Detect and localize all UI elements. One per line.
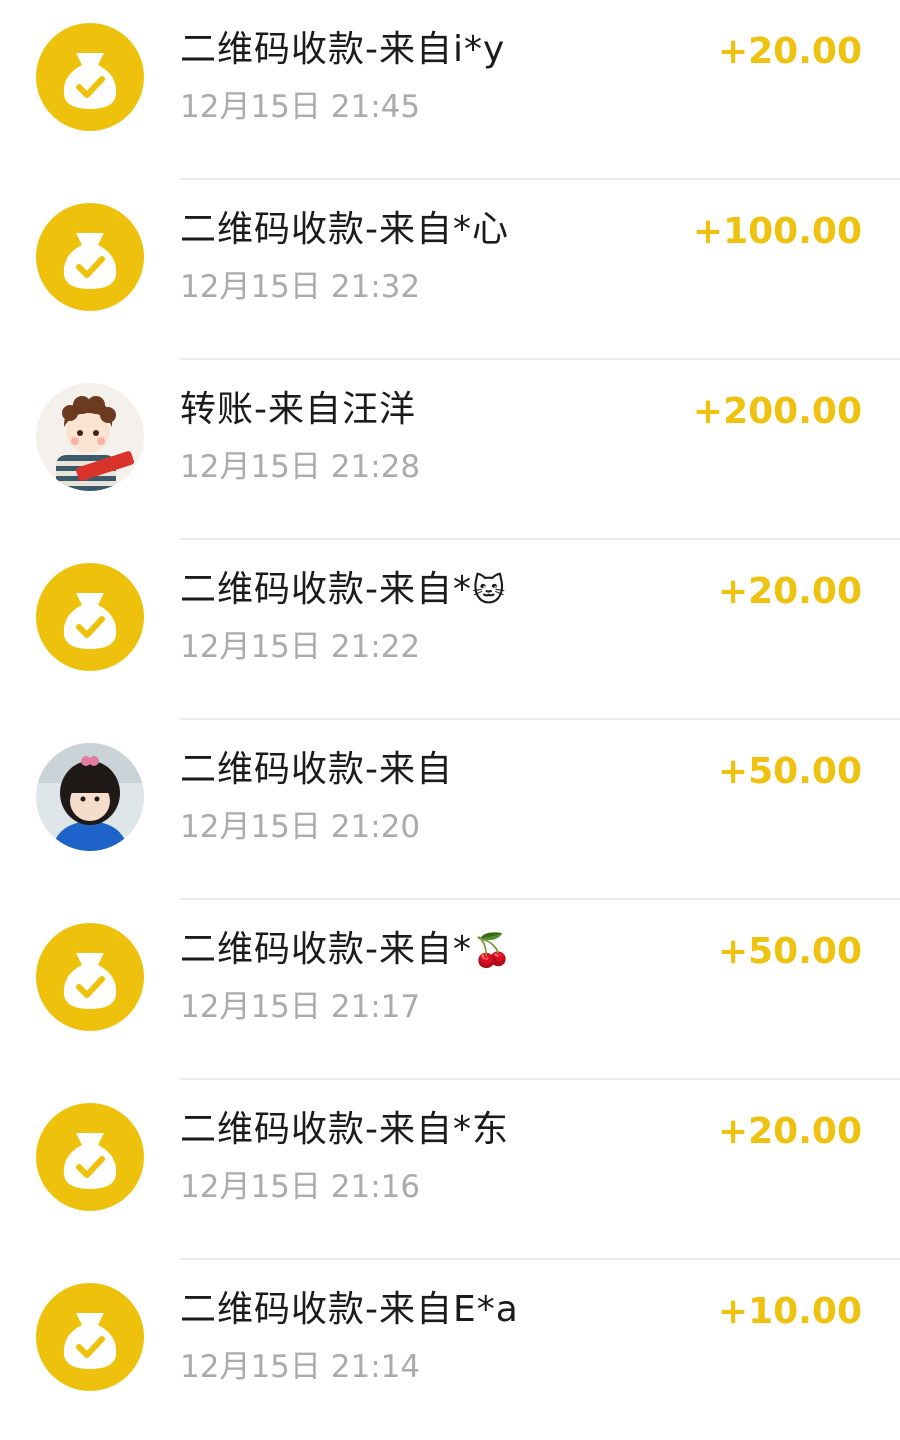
cherry-emoji-icon: 🍒 [472,931,513,969]
transaction-amount: +20.00 [717,571,862,612]
transaction-time: 12月15日 21:28 [180,449,421,485]
transaction-time: 12月15日 21:20 [180,809,421,845]
transaction-amount: +20.00 [717,31,862,72]
cat-emoji-icon: 🐱 [472,571,507,609]
transaction-amount: +20.00 [717,1111,862,1152]
transaction-title: 二维码收款-来自*东 [180,1109,509,1150]
money-bag-icon [36,563,144,671]
transaction-row[interactable]: 二维码收款-来自*🍒 12月15日 21:17 +50.00 [0,900,900,1080]
transaction-time: 12月15日 21:32 [180,269,421,305]
transaction-amount: +50.00 [717,931,862,972]
transaction-title: 二维码收款-来自*🍒 [180,929,513,970]
transaction-row[interactable]: 二维码收款-来自*东 12月15日 21:16 +20.00 [0,1080,900,1260]
transaction-list: 二维码收款-来自i*y 12月15日 21:45 +20.00 二维码收款-来自… [0,0,900,1440]
transaction-amount: +50.00 [717,751,862,792]
transaction-time: 12月15日 21:45 [180,89,421,125]
transaction-amount: +10.00 [717,1291,862,1332]
transaction-row[interactable]: 二维码收款-来自i*y 12月15日 21:45 +20.00 [0,0,900,180]
money-bag-icon [36,1283,144,1391]
transaction-row[interactable]: 转账-来自汪洋 12月15日 21:28 +200.00 [0,360,900,540]
transaction-row[interactable]: 二维码收款-来自*🐱 12月15日 21:22 +20.00 [0,540,900,720]
money-bag-icon [36,1103,144,1211]
transaction-title: 二维码收款-来自E*a [180,1289,519,1330]
transaction-row[interactable]: 二维码收款-来自E*a 12月15日 21:14 +10.00 [0,1260,900,1440]
transaction-row[interactable]: 二维码收款-来自*心 12月15日 21:32 +100.00 [0,180,900,360]
transaction-title: 二维码收款-来自*心 [180,209,509,250]
money-bag-icon [36,923,144,1031]
transaction-time: 12月15日 21:16 [180,1169,421,1205]
transaction-amount: +100.00 [692,211,862,252]
money-bag-icon [36,203,144,311]
user-avatar [36,743,144,851]
money-bag-icon [36,23,144,131]
transaction-row[interactable]: 二维码收款-来自 12月15日 21:20 +50.00 [0,720,900,900]
transaction-amount: +200.00 [692,391,862,432]
transaction-title: 二维码收款-来自 [180,749,453,790]
transaction-title: 转账-来自汪洋 [180,389,416,430]
user-avatar [36,383,144,491]
transaction-time: 12月15日 21:17 [180,989,421,1025]
transaction-title: 二维码收款-来自*🐱 [180,569,507,610]
transaction-time: 12月15日 21:22 [180,629,421,665]
transaction-time: 12月15日 21:14 [180,1349,421,1385]
transaction-title: 二维码收款-来自i*y [180,29,506,70]
